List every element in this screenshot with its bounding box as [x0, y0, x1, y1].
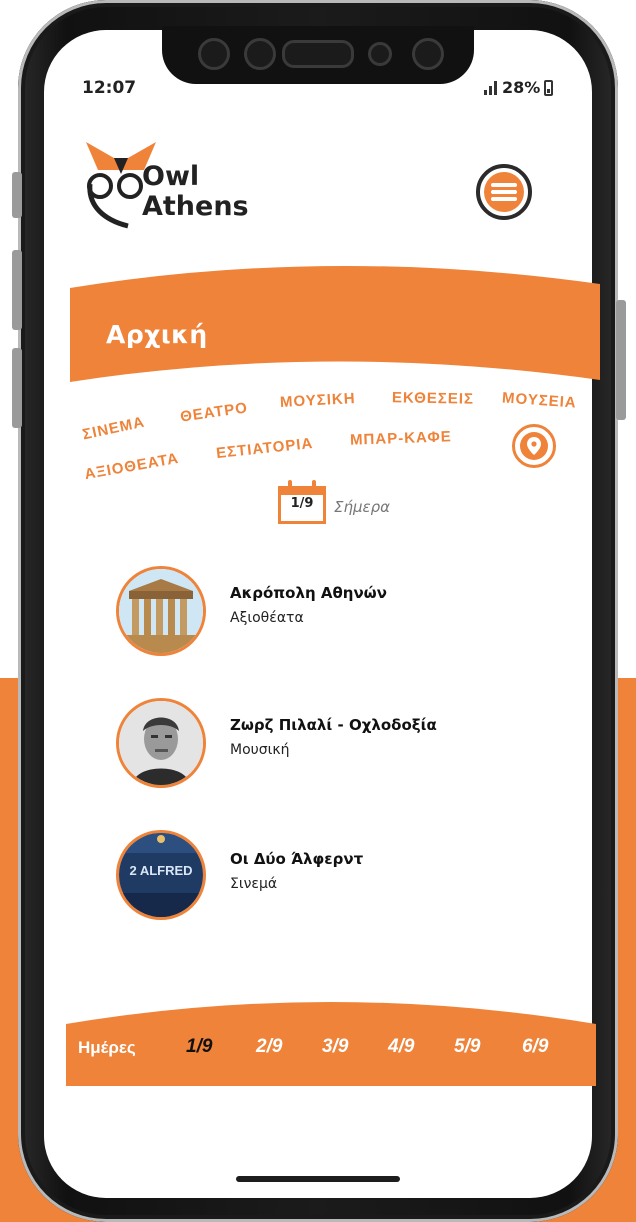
event-category: Αξιοθέατα — [230, 610, 304, 626]
day-tab-6[interactable]: 6/9 — [522, 1036, 548, 1058]
logo-text: Owl Athens — [142, 162, 249, 222]
phone-mute-switch — [12, 172, 22, 218]
category-bar-cafe[interactable]: ΜΠΑΡ-ΚΑΦΕ — [350, 428, 452, 449]
calendar-button[interactable]: 1/9 — [278, 478, 326, 524]
event-title: Ζωρζ Πιλαλί - Οχλοδοξία — [230, 716, 437, 734]
calendar-date: 1/9 — [290, 496, 314, 511]
acropolis-image — [119, 569, 203, 653]
event-list-item[interactable]: 2 ALFRED Οι Δύο Άλφερντ Σινεμά — [116, 826, 536, 920]
hamburger-icon — [484, 172, 524, 212]
event-thumbnail: 2 ALFRED — [116, 830, 206, 920]
map-location-button[interactable] — [512, 424, 556, 468]
category-exhibitions[interactable]: ΕΚΘΕΣΕΙΣ — [392, 389, 474, 407]
event-category: Μουσική — [230, 742, 290, 758]
signal-icon — [484, 80, 498, 95]
sensor-icon — [198, 38, 230, 70]
day-tab-2[interactable]: 2/9 — [256, 1036, 282, 1058]
event-list-item[interactable]: Ακρόπολη Αθηνών Αξιοθέατα — [116, 566, 536, 658]
day-tab-5[interactable]: 5/9 — [454, 1036, 480, 1058]
location-pin-icon — [520, 432, 548, 460]
event-thumbnail — [116, 566, 206, 656]
event-title: Οι Δύο Άλφερντ — [230, 850, 364, 868]
logo-line-1: Owl — [142, 161, 200, 192]
status-indicators: 28% — [484, 78, 554, 97]
days-label: Ημέρες — [78, 1038, 136, 1057]
day-tab-4[interactable]: 4/9 — [388, 1036, 414, 1058]
home-indicator[interactable] — [236, 1176, 400, 1182]
sensor-icon — [244, 38, 276, 70]
app-logo[interactable]: Owl Athens — [84, 140, 249, 236]
day-tab-1[interactable]: 1/9 — [186, 1036, 212, 1058]
page-title: Αρχική — [106, 320, 208, 349]
logo-line-2: Athens — [142, 191, 249, 222]
day-tab-3[interactable]: 3/9 — [322, 1036, 348, 1058]
event-list-item[interactable]: Ζωρζ Πιλαλί - Οχλοδοξία Μουσική — [116, 698, 536, 790]
battery-icon — [544, 79, 554, 96]
event-thumbnail — [116, 698, 206, 788]
camera-icon — [368, 42, 392, 66]
movie-poster-text: 2 ALFRED — [129, 863, 193, 878]
today-label: Σήμερα — [334, 498, 391, 516]
artist-photo — [119, 701, 203, 785]
sensor-icon — [412, 38, 444, 70]
menu-button[interactable] — [476, 164, 532, 220]
status-time: 12:07 — [82, 78, 137, 98]
battery-percent: 28% — [502, 78, 541, 97]
phone-notch — [162, 26, 474, 84]
event-category: Σινεμά — [230, 876, 278, 892]
speaker-icon — [282, 40, 354, 68]
event-title: Ακρόπολη Αθηνών — [230, 584, 387, 602]
